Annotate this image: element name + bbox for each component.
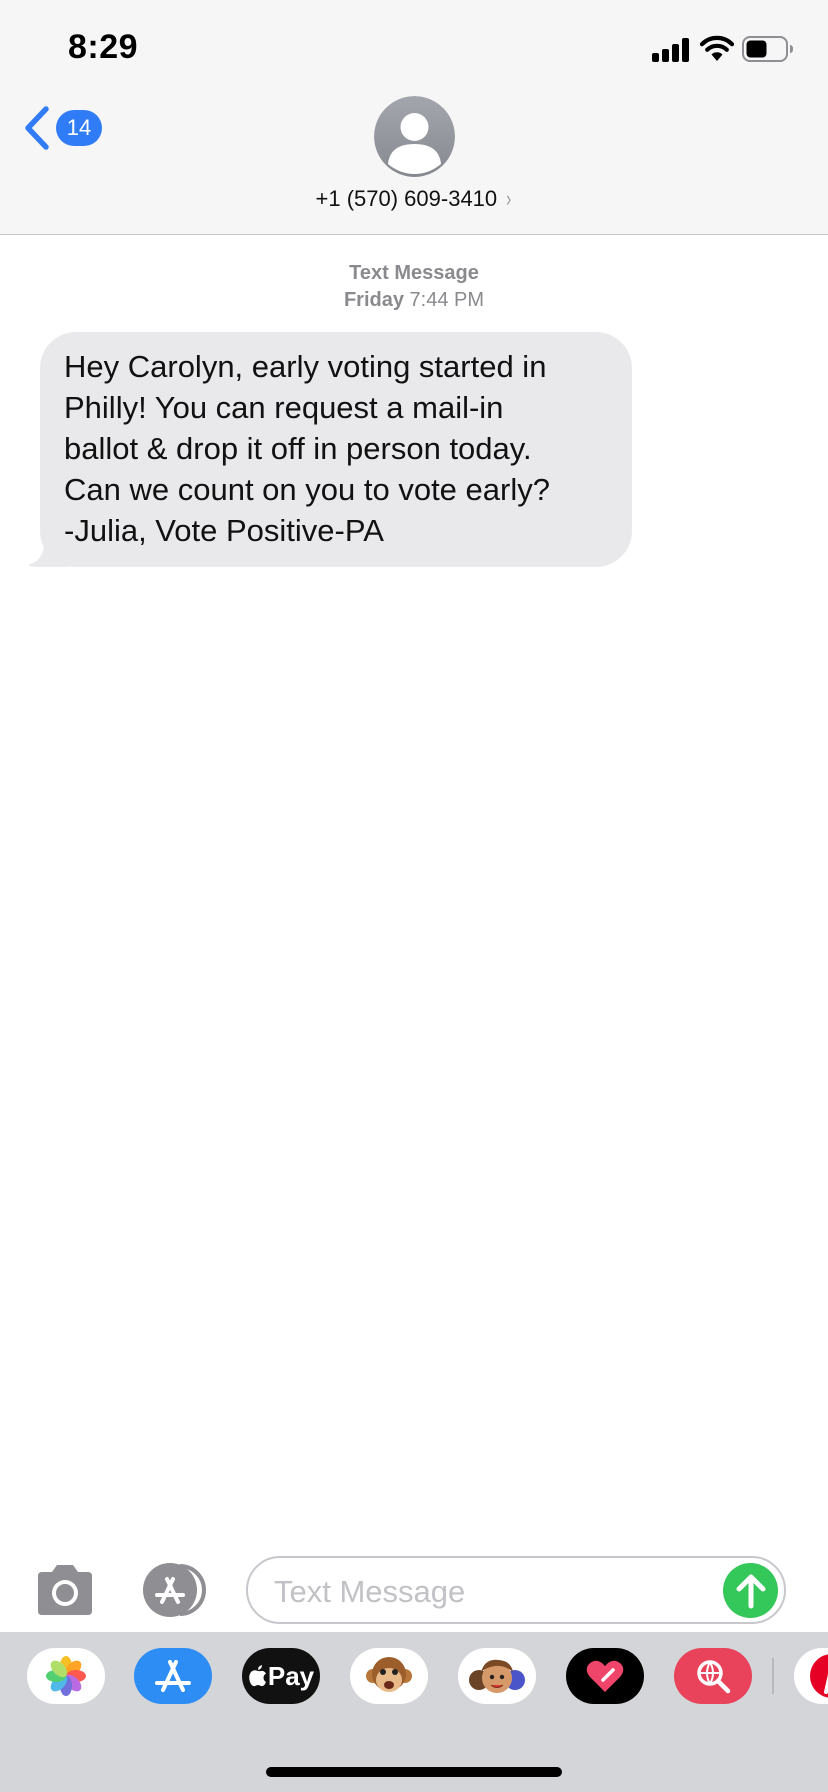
message-datetime: Friday 7:44 PM xyxy=(0,287,828,314)
apple-pay-label: Pay xyxy=(267,1660,315,1691)
contact-number: +1 (570) 609-3410 xyxy=(315,186,498,211)
digital-touch-app-button[interactable] xyxy=(566,1648,644,1704)
message-service-label: Text Message xyxy=(349,262,479,284)
message-line: Can we count on you to vote early? xyxy=(64,472,550,507)
incoming-message[interactable]: Hey Carolyn, early voting started in Phi… xyxy=(28,332,632,567)
cellular-signal-icon xyxy=(652,38,690,62)
globe-search-icon xyxy=(697,1660,731,1694)
app-store-icon xyxy=(155,1660,191,1692)
pinterest-icon xyxy=(810,1654,828,1698)
app-store-button[interactable] xyxy=(140,1562,212,1618)
memoji-icon xyxy=(469,1659,525,1693)
wifi-icon xyxy=(699,35,735,61)
contact-avatar[interactable] xyxy=(374,96,455,177)
unread-count-badge: 14 xyxy=(56,110,102,146)
message-input-placeholder: Text Message xyxy=(274,1574,466,1609)
message-line: Hey Carolyn, early voting started in xyxy=(64,349,547,384)
photos-app-button[interactable] xyxy=(27,1648,105,1704)
message-day: Friday xyxy=(343,289,404,311)
message-timestamp: Text Message Friday 7:44 PM xyxy=(0,260,828,314)
memoji-app-button[interactable] xyxy=(458,1648,536,1704)
message-bubble: Hey Carolyn, early voting started in Phi… xyxy=(40,332,632,567)
chevron-right-icon: › xyxy=(506,186,512,211)
web-images-app-button[interactable] xyxy=(674,1648,752,1704)
message-line: -Julia, Vote Positive-PA xyxy=(64,513,384,548)
message-line: ballot & drop it off in person today. xyxy=(64,431,532,466)
app-store-app-button[interactable] xyxy=(134,1648,212,1704)
send-button[interactable] xyxy=(723,1563,778,1618)
conversation-header: 8:29 14 +1 (570) 609-3410 › xyxy=(0,0,828,235)
message-time: 7:44 PM xyxy=(409,289,485,311)
apple-pay-icon xyxy=(249,1665,266,1687)
animoji-app-button[interactable] xyxy=(350,1648,428,1704)
status-time: 8:29 xyxy=(68,28,139,66)
battery-icon xyxy=(742,36,793,62)
monkey-icon xyxy=(366,1657,412,1692)
apple-pay-app-button[interactable]: Pay xyxy=(242,1648,320,1704)
pinterest-app-button[interactable] xyxy=(794,1648,828,1704)
contact-name-button[interactable]: +1 (570) 609-3410 › xyxy=(0,186,828,212)
drawer-divider xyxy=(772,1658,774,1694)
chevron-left-icon xyxy=(25,106,49,150)
send-arrow-icon xyxy=(736,1574,765,1608)
camera-button[interactable] xyxy=(34,1564,96,1616)
message-input[interactable]: Text Message xyxy=(246,1556,786,1624)
home-indicator[interactable] xyxy=(266,1767,562,1777)
back-button[interactable]: 14 xyxy=(22,104,112,152)
photos-icon xyxy=(46,1656,86,1696)
heart-icon xyxy=(586,1660,624,1692)
message-line: Philly! You can request a mail-in xyxy=(64,390,504,425)
